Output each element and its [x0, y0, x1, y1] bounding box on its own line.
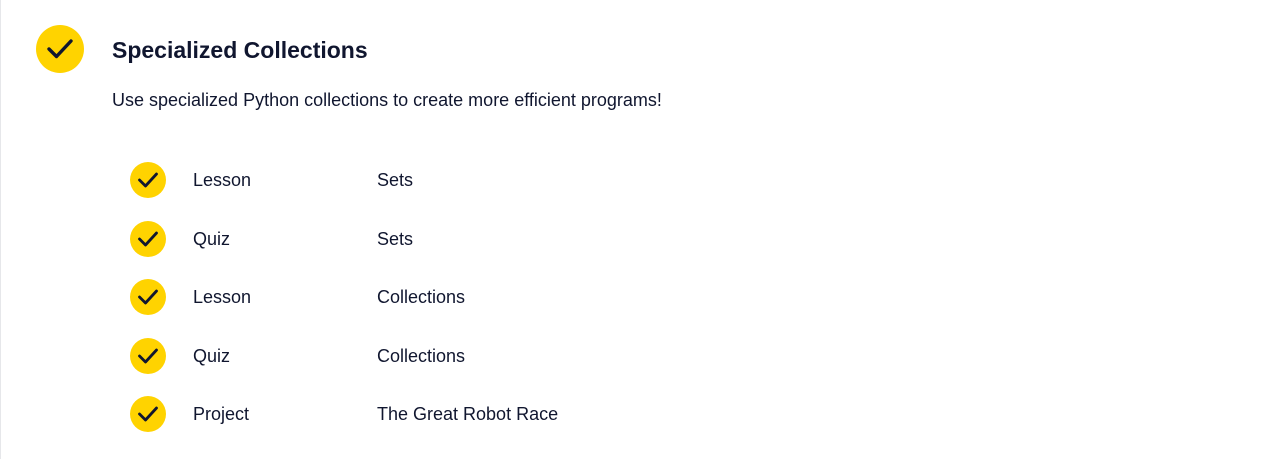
content-item-project-robot-race[interactable]: Project The Great Robot Race — [130, 396, 730, 455]
content-item-list: Lesson Sets Quiz Sets Lesson Collections… — [130, 162, 730, 455]
content-item-lesson-collections[interactable]: Lesson Collections — [130, 279, 730, 338]
item-type-label: Project — [193, 404, 250, 424]
section-title: Specialized Collections — [112, 37, 368, 63]
content-item-quiz-collections[interactable]: Quiz Collections — [130, 337, 730, 397]
content-item-quiz-sets[interactable]: Quiz Sets — [130, 220, 730, 280]
item-type-label: Lesson — [193, 287, 252, 307]
checkmark-icon — [130, 396, 166, 432]
item-type-label: Lesson — [193, 170, 252, 190]
checkmark-icon — [130, 337, 166, 374]
section-description: Use specialized Python collections to cr… — [112, 90, 662, 110]
item-name-link[interactable]: Sets — [377, 168, 413, 192]
item-name-link[interactable]: Collections — [377, 285, 465, 309]
item-type-label: Quiz — [193, 345, 231, 366]
checkmark-icon — [130, 279, 166, 315]
section-complete-checkmark-icon — [36, 25, 84, 73]
checkmark-icon — [130, 162, 166, 198]
item-name-link[interactable]: The Great Robot Race — [377, 402, 558, 426]
item-name-link[interactable]: Collections — [377, 344, 465, 368]
item-type-label: Quiz — [193, 228, 231, 249]
module-section: Specialized Collections Use specialized … — [0, 0, 1284, 459]
content-item-lesson-sets[interactable]: Lesson Sets — [130, 162, 730, 221]
item-name-link[interactable]: Sets — [377, 227, 413, 251]
checkmark-icon — [130, 220, 166, 257]
